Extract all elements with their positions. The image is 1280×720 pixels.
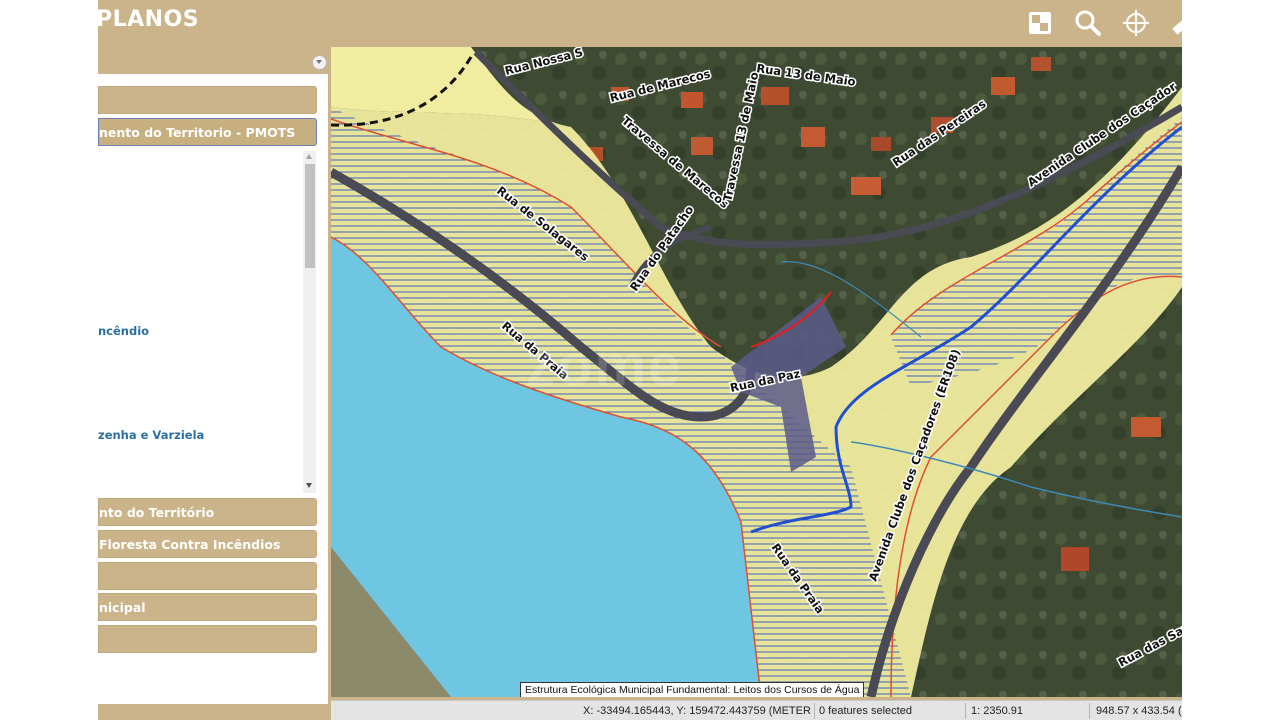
list-item[interactable]: ncêndio (98, 324, 149, 338)
scrollbar-thumb[interactable] (305, 164, 315, 268)
section-header-pmots[interactable]: nento do Territorio - PMOTS (98, 118, 317, 146)
watermark: zome (526, 333, 683, 398)
map-canvas[interactable]: Rua Nossa S Rua 13 de Maio Rua de Mareco… (331, 47, 1182, 697)
section-label: nto do Território (99, 505, 215, 520)
scroll-up-icon[interactable] (306, 154, 312, 159)
section-label: Floresta Contra Incêndios (99, 537, 281, 552)
map-view[interactable]: Rua Nossa S Rua 13 de Maio Rua de Mareco… (331, 47, 1182, 697)
measure-icon[interactable] (1170, 8, 1182, 38)
layers-panel: nento do Territorio - PMOTS ncêndio zenh… (98, 47, 330, 707)
layers-panel-body: nento do Territorio - PMOTS ncêndio zenh… (98, 74, 328, 704)
status-divider (814, 703, 815, 719)
feature-tooltip: Estrutura Ecológica Municipal Fundamenta… (520, 682, 865, 697)
app-title: PLANOS (98, 7, 200, 32)
status-divider (965, 703, 966, 719)
section-header[interactable] (98, 86, 317, 114)
status-bar: X: -33494.165443, Y: 159472.443759 (METE… (331, 700, 1182, 720)
app-header: PLANOS (98, 0, 1182, 47)
section-header[interactable]: Floresta Contra Incêndios (98, 530, 317, 558)
search-icon[interactable] (1073, 8, 1103, 38)
section-header[interactable]: nto do Território (98, 498, 317, 526)
section-header[interactable]: nicipal (98, 593, 317, 621)
collapse-panel-button[interactable] (312, 55, 327, 70)
app-window: PLANOS nento do Territorio - PMOTS ncênd… (98, 0, 1182, 720)
overview-map-icon[interactable] (1025, 8, 1055, 38)
section-label: nicipal (99, 600, 146, 615)
map-extent: 948.57 x 433.54 (m (1096, 705, 1182, 717)
layer-list: ncêndio zenha e Varziela (98, 176, 317, 521)
section-header[interactable] (98, 562, 317, 590)
crosshair-icon[interactable] (1121, 8, 1151, 38)
scroll-down-icon[interactable] (306, 483, 312, 488)
section-label: nento do Territorio - PMOTS (99, 125, 296, 140)
coordinates-readout: X: -33494.165443, Y: 159472.443759 (METE… (583, 705, 811, 717)
section-header[interactable] (98, 625, 317, 653)
list-item[interactable]: zenha e Varziela (98, 428, 204, 442)
selection-count: 0 features selected (819, 705, 912, 717)
status-divider (1089, 703, 1090, 719)
map-scale: 1: 2350.91 (971, 705, 1023, 717)
